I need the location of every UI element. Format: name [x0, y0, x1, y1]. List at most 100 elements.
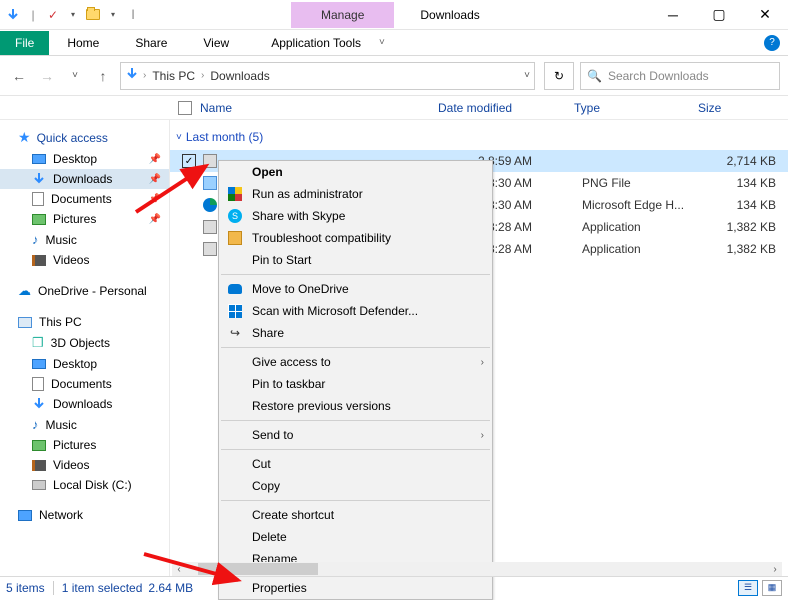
ctx-defender[interactable]: Scan with Microsoft Defender... — [219, 300, 492, 322]
address-bar[interactable]: › This PC › Downloads ˅ — [120, 62, 535, 90]
ctx-label: Pin to taskbar — [252, 377, 325, 391]
address-dropdown-icon[interactable]: ˅ — [524, 70, 530, 81]
recent-dropdown[interactable]: ˅ — [64, 65, 86, 87]
large-icons-view-icon[interactable]: ▦ — [762, 580, 782, 596]
sidebar-item-music2[interactable]: ♪ Music — [0, 414, 169, 435]
application-tools-tab[interactable]: Application Tools — [253, 31, 379, 55]
network-icon — [18, 510, 32, 521]
file-icon — [202, 153, 218, 169]
pin-icon: 📌 — [149, 214, 161, 225]
pictures-icon — [32, 440, 46, 451]
group-header[interactable]: ˅Last month (5) — [176, 130, 788, 144]
ribbon-collapse-icon[interactable]: ˅ — [379, 37, 385, 48]
sidebar-item-downloads[interactable]: Downloads📌 — [0, 169, 169, 189]
cell-size: 1,382 KB — [716, 242, 776, 256]
ctx-onedrive[interactable]: Move to OneDrive — [219, 278, 492, 300]
select-all-checkbox[interactable] — [178, 101, 192, 115]
refresh-button[interactable]: ↻ — [544, 62, 574, 90]
sidebar-item-documents[interactable]: Documents📌 — [0, 189, 169, 209]
sidebar-item-documents2[interactable]: Documents — [0, 374, 169, 394]
breadcrumb-thispc[interactable]: This PC — [150, 69, 197, 83]
chevron-right-icon[interactable]: › — [143, 70, 146, 81]
view-tab[interactable]: View — [185, 31, 247, 55]
ctx-open[interactable]: Open — [219, 161, 492, 183]
ctx-copy[interactable]: Copy — [219, 475, 492, 497]
sidebar-item-desktop2[interactable]: Desktop — [0, 354, 169, 374]
qat-dropdown-icon[interactable]: ▾ — [64, 6, 82, 24]
sidebar-item-localdisk[interactable]: Local Disk (C:) — [0, 475, 169, 495]
ctx-cut[interactable]: Cut — [219, 453, 492, 475]
column-headers: Name Date modified Type Size — [0, 96, 788, 120]
sidebar-item-label: Quick access — [37, 131, 108, 145]
sidebar-item-label: Pictures — [53, 438, 96, 452]
close-button[interactable]: ✕ — [742, 0, 788, 30]
ctx-share[interactable]: ↪Share — [219, 322, 492, 344]
scroll-right-icon[interactable]: › — [768, 562, 782, 576]
sidebar-item-label: Music — [46, 418, 77, 432]
document-icon — [32, 192, 44, 206]
context-tab-manage[interactable]: Manage — [291, 2, 394, 28]
sidebar-item-videos[interactable]: Videos — [0, 250, 169, 270]
maximize-button[interactable]: ▢ — [696, 0, 742, 30]
sidebar-item-downloads2[interactable]: Downloads — [0, 394, 169, 414]
file-tab[interactable]: File — [0, 31, 49, 55]
sidebar-item-desktop[interactable]: Desktop📌 — [0, 149, 169, 169]
sidebar-item-network[interactable]: Network — [0, 505, 169, 525]
col-name[interactable]: Name — [200, 101, 438, 115]
sidebar-item-label: OneDrive - Personal — [38, 284, 147, 298]
ctx-run-admin[interactable]: Run as administrator — [219, 183, 492, 205]
ctx-send-to[interactable]: Send to› — [219, 424, 492, 446]
qat-check-icon[interactable]: ✓ — [44, 6, 62, 24]
help-icon[interactable]: ? — [764, 35, 780, 51]
sidebar-item-pictures2[interactable]: Pictures — [0, 435, 169, 455]
ctx-troubleshoot[interactable]: Troubleshoot compatibility — [219, 227, 492, 249]
ctx-create-shortcut[interactable]: Create shortcut — [219, 504, 492, 526]
home-tab[interactable]: Home — [49, 31, 117, 55]
breadcrumb-downloads[interactable]: Downloads — [208, 69, 271, 83]
ctx-pin-taskbar[interactable]: Pin to taskbar — [219, 373, 492, 395]
troubleshoot-icon — [227, 230, 243, 246]
horizontal-scrollbar[interactable]: ‹ › — [172, 562, 782, 576]
row-checkbox[interactable]: ✓ — [182, 154, 196, 168]
sidebar-item-label: Pictures — [53, 212, 96, 226]
ctx-skype[interactable]: SShare with Skype — [219, 205, 492, 227]
search-input[interactable]: 🔍 Search Downloads — [580, 62, 780, 90]
sidebar-item-onedrive[interactable]: ☁ OneDrive - Personal — [0, 280, 169, 302]
music-icon: ♪ — [32, 232, 39, 247]
scroll-thumb[interactable] — [198, 563, 318, 575]
status-size: 2.64 MB — [148, 581, 193, 595]
folder-icon — [84, 6, 102, 24]
ctx-label: Delete — [252, 530, 287, 544]
sidebar-item-thispc[interactable]: This PC — [0, 312, 169, 332]
sidebar-item-3dobjects[interactable]: ❒3D Objects — [0, 332, 169, 354]
navigation-pane: ★Quick access Desktop📌 Downloads📌 Docume… — [0, 120, 170, 576]
onedrive-icon: ☁ — [18, 283, 31, 299]
back-button[interactable]: ← — [8, 65, 30, 87]
qat-overflow-icon[interactable]: ▾ — [104, 6, 122, 24]
sidebar-item-videos2[interactable]: Videos — [0, 455, 169, 475]
col-type[interactable]: Type — [574, 101, 698, 115]
ctx-restore[interactable]: Restore previous versions — [219, 395, 492, 417]
chevron-right-icon: › — [481, 357, 484, 368]
music-icon: ♪ — [32, 417, 39, 432]
thispc-icon — [18, 317, 32, 328]
ctx-delete[interactable]: Delete — [219, 526, 492, 548]
col-date[interactable]: Date modified — [438, 101, 574, 115]
sidebar-item-music[interactable]: ♪Music — [0, 229, 169, 250]
details-view-icon[interactable]: ☰ — [738, 580, 758, 596]
videos-icon — [32, 255, 46, 266]
ctx-pin-start[interactable]: Pin to Start — [219, 249, 492, 271]
minimize-button[interactable]: ─ — [650, 0, 696, 30]
cell-type: PNG File — [582, 176, 702, 190]
ctx-give-access[interactable]: Give access to› — [219, 351, 492, 373]
scroll-left-icon[interactable]: ‹ — [172, 562, 186, 576]
sidebar-item-pictures[interactable]: Pictures 📌 — [0, 209, 169, 229]
share-tab[interactable]: Share — [117, 31, 185, 55]
forward-button[interactable]: → — [36, 65, 58, 87]
up-button[interactable]: ↑ — [92, 65, 114, 87]
png-icon — [202, 175, 218, 191]
col-size[interactable]: Size — [698, 101, 758, 115]
sidebar-quick-access[interactable]: ★Quick access — [0, 126, 169, 149]
ctx-label: Cut — [252, 457, 271, 471]
chevron-right-icon[interactable]: › — [201, 70, 204, 81]
